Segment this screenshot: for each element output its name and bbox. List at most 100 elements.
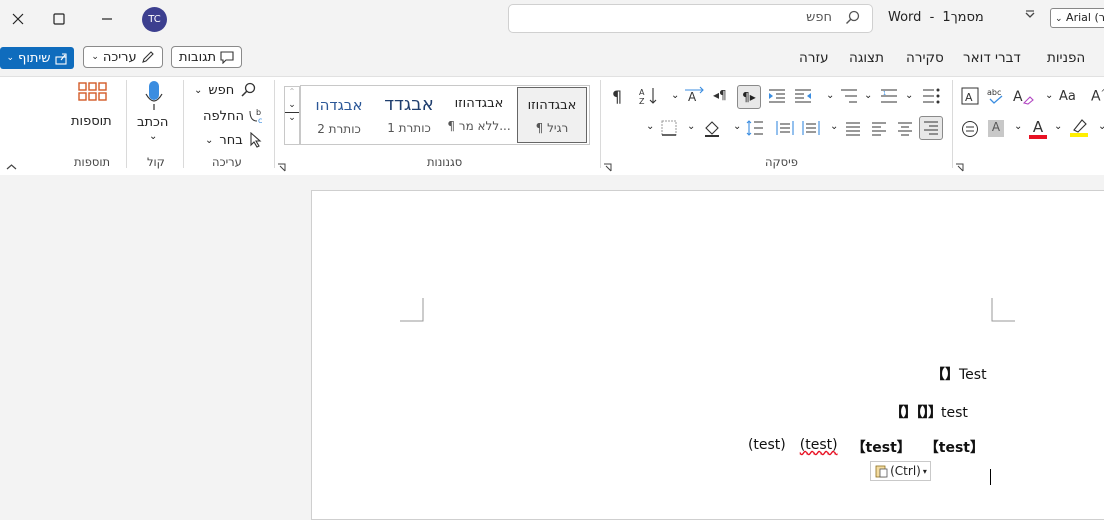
user-avatar[interactable]: TC xyxy=(142,7,167,32)
title-dropdown-button[interactable] xyxy=(1024,9,1036,24)
tab-help[interactable]: עזרה xyxy=(799,50,829,66)
chevron-down-icon[interactable]: ⌄ xyxy=(1098,121,1104,132)
font-color-letter: A xyxy=(1032,118,1044,136)
tab-review[interactable]: סקירה xyxy=(906,50,944,66)
sort-icon[interactable]: AZ xyxy=(638,86,660,110)
paragraph-dialog-launcher[interactable] xyxy=(603,157,612,176)
chevron-down-icon: ⌄ xyxy=(194,84,203,96)
close-window-button[interactable] xyxy=(0,5,36,33)
highlighter-icon xyxy=(1070,119,1088,137)
document-page[interactable] xyxy=(311,190,1104,520)
chevron-down-icon[interactable]: ⌄ xyxy=(149,131,157,142)
character-shading-icon[interactable]: A xyxy=(988,120,1004,137)
shading-icon[interactable] xyxy=(703,119,721,141)
font-name-box[interactable]: ⌄ Arial (ר xyxy=(1050,8,1104,28)
replace-button[interactable]: החלפה bc xyxy=(203,107,266,125)
style-heading-2[interactable]: אבגדהו כותרת 2 xyxy=(305,86,373,144)
dictate-button-label[interactable]: הכתב xyxy=(137,115,168,130)
app-name: Word xyxy=(888,10,922,25)
svg-text:A: A xyxy=(639,88,645,97)
paste-options-label: (Ctrl) xyxy=(890,464,921,478)
tab-references[interactable]: הפניות xyxy=(1047,50,1085,66)
enclose-characters-icon[interactable] xyxy=(961,120,979,142)
align-right-button[interactable] xyxy=(919,116,943,140)
multilevel-list-icon[interactable] xyxy=(840,88,858,108)
ltr-text-direction-icon[interactable] xyxy=(776,120,794,140)
svg-text:1: 1 xyxy=(883,91,886,97)
chevron-down-icon[interactable]: ⌄ xyxy=(1045,90,1053,101)
select-button[interactable]: ⌄ בחר xyxy=(205,132,263,148)
dialog-launcher-icon xyxy=(956,163,964,172)
align-left-icon[interactable] xyxy=(871,121,887,140)
style-preview: אבגדהוזו xyxy=(527,98,577,113)
spelling-icon[interactable]: abc xyxy=(986,86,1008,110)
chevron-down-icon[interactable]: ⌄ xyxy=(864,90,872,101)
style-normal[interactable]: אבגדהוזו ¶ רגיל xyxy=(517,87,587,143)
bullets-icon[interactable] xyxy=(922,88,940,108)
title-separator: - xyxy=(929,10,935,25)
collapse-ribbon-button[interactable] xyxy=(6,156,17,175)
addins-icon[interactable] xyxy=(78,82,107,113)
more-styles-icon[interactable]: ⌄ xyxy=(285,112,299,123)
style-heading-1[interactable]: אבגדד כותרת 1 xyxy=(375,86,443,144)
paste-options-button[interactable]: (Ctrl) ▾ xyxy=(870,461,931,481)
increase-indent-icon[interactable] xyxy=(768,88,786,108)
show-formatting-marks-icon[interactable]: ¶ xyxy=(612,87,622,106)
style-preview: אבגדד xyxy=(384,94,434,115)
styles-dialog-launcher[interactable] xyxy=(277,157,286,176)
style-preview: אבגדהוזו xyxy=(454,96,504,111)
justify-icon[interactable] xyxy=(845,121,861,140)
change-case-icon[interactable]: Aa xyxy=(1059,89,1076,104)
distributed-icon[interactable] xyxy=(802,120,820,140)
chevron-down-icon[interactable]: ⌄ xyxy=(733,121,741,132)
chevron-down-icon[interactable]: ⌄ xyxy=(285,100,299,110)
chevron-down-icon[interactable]: ⌄ xyxy=(905,90,913,101)
search-box[interactable]: חפש xyxy=(508,4,873,33)
clipboard-icon xyxy=(875,465,888,478)
text-direction-icon[interactable]: A xyxy=(684,86,704,110)
svg-text:A: A xyxy=(688,90,697,104)
styles-scroll[interactable]: ⌃ ⌄ ⌄ xyxy=(284,86,300,145)
document-line-2[interactable]: test【【】【】 xyxy=(890,402,968,422)
font-dialog-launcher[interactable] xyxy=(955,157,964,176)
chevron-down-icon[interactable]: ⌄ xyxy=(687,121,695,132)
line3-part-4: (test) xyxy=(747,437,786,453)
minimize-window-button[interactable] xyxy=(89,5,125,33)
chevron-down-icon[interactable]: ⌄ xyxy=(826,90,834,101)
chevron-down-icon[interactable]: ⌄ xyxy=(1014,121,1022,132)
chevron-down-icon[interactable]: ⌄ xyxy=(671,90,679,101)
ribbon-divider xyxy=(274,80,275,168)
style-no-spacing[interactable]: אבגדהוזו ¶ ללא מר... xyxy=(445,86,513,144)
line-spacing-icon[interactable] xyxy=(746,119,764,141)
font-color-button[interactable]: A xyxy=(1029,117,1047,139)
maximize-window-button[interactable] xyxy=(41,5,77,33)
addins-button-label[interactable]: תוספות xyxy=(71,114,112,129)
align-center-icon[interactable] xyxy=(897,121,913,140)
tab-view[interactable]: תצוגה xyxy=(849,50,884,66)
text-box-icon[interactable]: A xyxy=(961,87,979,109)
chevron-up-icon[interactable]: ⌃ xyxy=(285,87,299,96)
clear-formatting-icon[interactable]: A xyxy=(1012,86,1034,110)
tab-mailings[interactable]: דברי דואר xyxy=(963,50,1021,66)
find-button[interactable]: ⌄ חפש xyxy=(194,82,256,98)
share-button[interactable]: ⌄ שיתוף xyxy=(0,47,74,69)
search-icon xyxy=(845,10,860,29)
margin-corner-left xyxy=(400,298,424,322)
highlight-button[interactable] xyxy=(1069,118,1089,142)
comments-button[interactable]: תגובות xyxy=(171,46,242,68)
ltr-paragraph-icon[interactable]: ◂¶ xyxy=(713,88,727,102)
borders-icon[interactable] xyxy=(661,120,677,140)
microphone-icon[interactable] xyxy=(145,80,163,116)
style-name: כותרת 2 xyxy=(317,122,361,136)
grow-font-icon[interactable]: A^ xyxy=(1091,88,1104,105)
rtl-paragraph-button[interactable]: ¶▸ xyxy=(737,85,761,109)
decrease-indent-icon[interactable] xyxy=(794,88,812,108)
chevron-down-icon[interactable]: ⌄ xyxy=(646,121,654,132)
numbering-icon[interactable]: 1 xyxy=(880,88,898,108)
chevron-down-icon[interactable]: ⌄ xyxy=(1054,121,1062,132)
chevron-down-icon[interactable]: ⌄ xyxy=(830,121,838,132)
editing-mode-button[interactable]: ⌄ עריכה xyxy=(83,46,163,68)
document-line-1[interactable]: Test【】 xyxy=(931,364,987,384)
editing-mode-label: עריכה xyxy=(102,49,137,65)
document-line-3[interactable]: 【test】 【test】 (test) (test) xyxy=(748,437,984,457)
